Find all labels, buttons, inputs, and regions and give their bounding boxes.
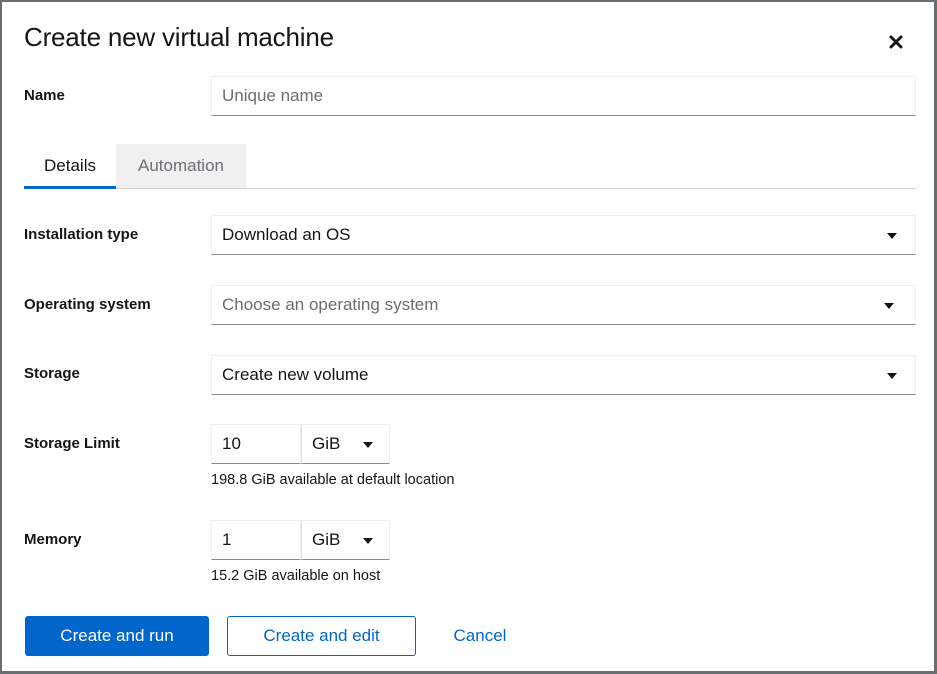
tab-bar: Details Automation bbox=[24, 144, 916, 189]
tab-automation[interactable]: Automation bbox=[116, 144, 246, 188]
caret-down-icon bbox=[363, 442, 373, 448]
caret-down-icon bbox=[887, 373, 897, 379]
storage-limit-group: 10 GiB bbox=[211, 424, 390, 464]
storage-select[interactable]: Create new volume bbox=[211, 355, 916, 395]
memory-group: 1 GiB bbox=[211, 520, 390, 560]
operating-system-placeholder: Choose an operating system bbox=[222, 295, 439, 314]
memory-input[interactable]: 1 bbox=[211, 520, 301, 560]
caret-down-icon bbox=[884, 303, 894, 309]
name-input[interactable]: Unique name bbox=[211, 76, 916, 116]
installation-type-value: Download an OS bbox=[222, 225, 351, 244]
storage-limit-label: Storage Limit bbox=[24, 435, 120, 452]
caret-down-icon bbox=[887, 233, 897, 239]
memory-unit-select[interactable]: GiB bbox=[301, 520, 390, 560]
storage-limit-input[interactable]: 10 bbox=[211, 424, 301, 464]
create-and-edit-button[interactable]: Create and edit bbox=[227, 616, 416, 656]
operating-system-select[interactable]: Choose an operating system bbox=[211, 285, 916, 325]
memory-unit-value: GiB bbox=[312, 530, 341, 549]
storage-limit-unit-select[interactable]: GiB bbox=[301, 424, 390, 464]
cancel-button[interactable]: Cancel bbox=[434, 616, 526, 656]
storage-limit-unit-value: GiB bbox=[312, 434, 341, 453]
create-and-run-button[interactable]: Create and run bbox=[25, 616, 209, 656]
storage-limit-helper: 198.8 GiB available at default location bbox=[211, 472, 455, 488]
tab-details[interactable]: Details bbox=[24, 144, 116, 189]
storage-label: Storage bbox=[24, 365, 80, 382]
dialog-title: Create new virtual machine bbox=[24, 22, 334, 52]
name-placeholder: Unique name bbox=[222, 86, 324, 105]
caret-down-icon bbox=[363, 538, 373, 544]
operating-system-label: Operating system bbox=[24, 296, 151, 313]
installation-type-label: Installation type bbox=[24, 226, 139, 243]
close-button[interactable] bbox=[886, 32, 906, 52]
memory-label: Memory bbox=[24, 531, 82, 548]
create-vm-dialog: Create new virtual machine Name Unique n… bbox=[0, 0, 937, 674]
name-label: Name bbox=[24, 87, 65, 104]
memory-helper: 15.2 GiB available on host bbox=[211, 568, 381, 584]
storage-value: Create new volume bbox=[222, 365, 369, 384]
close-icon bbox=[889, 35, 903, 49]
installation-type-select[interactable]: Download an OS bbox=[211, 215, 916, 255]
